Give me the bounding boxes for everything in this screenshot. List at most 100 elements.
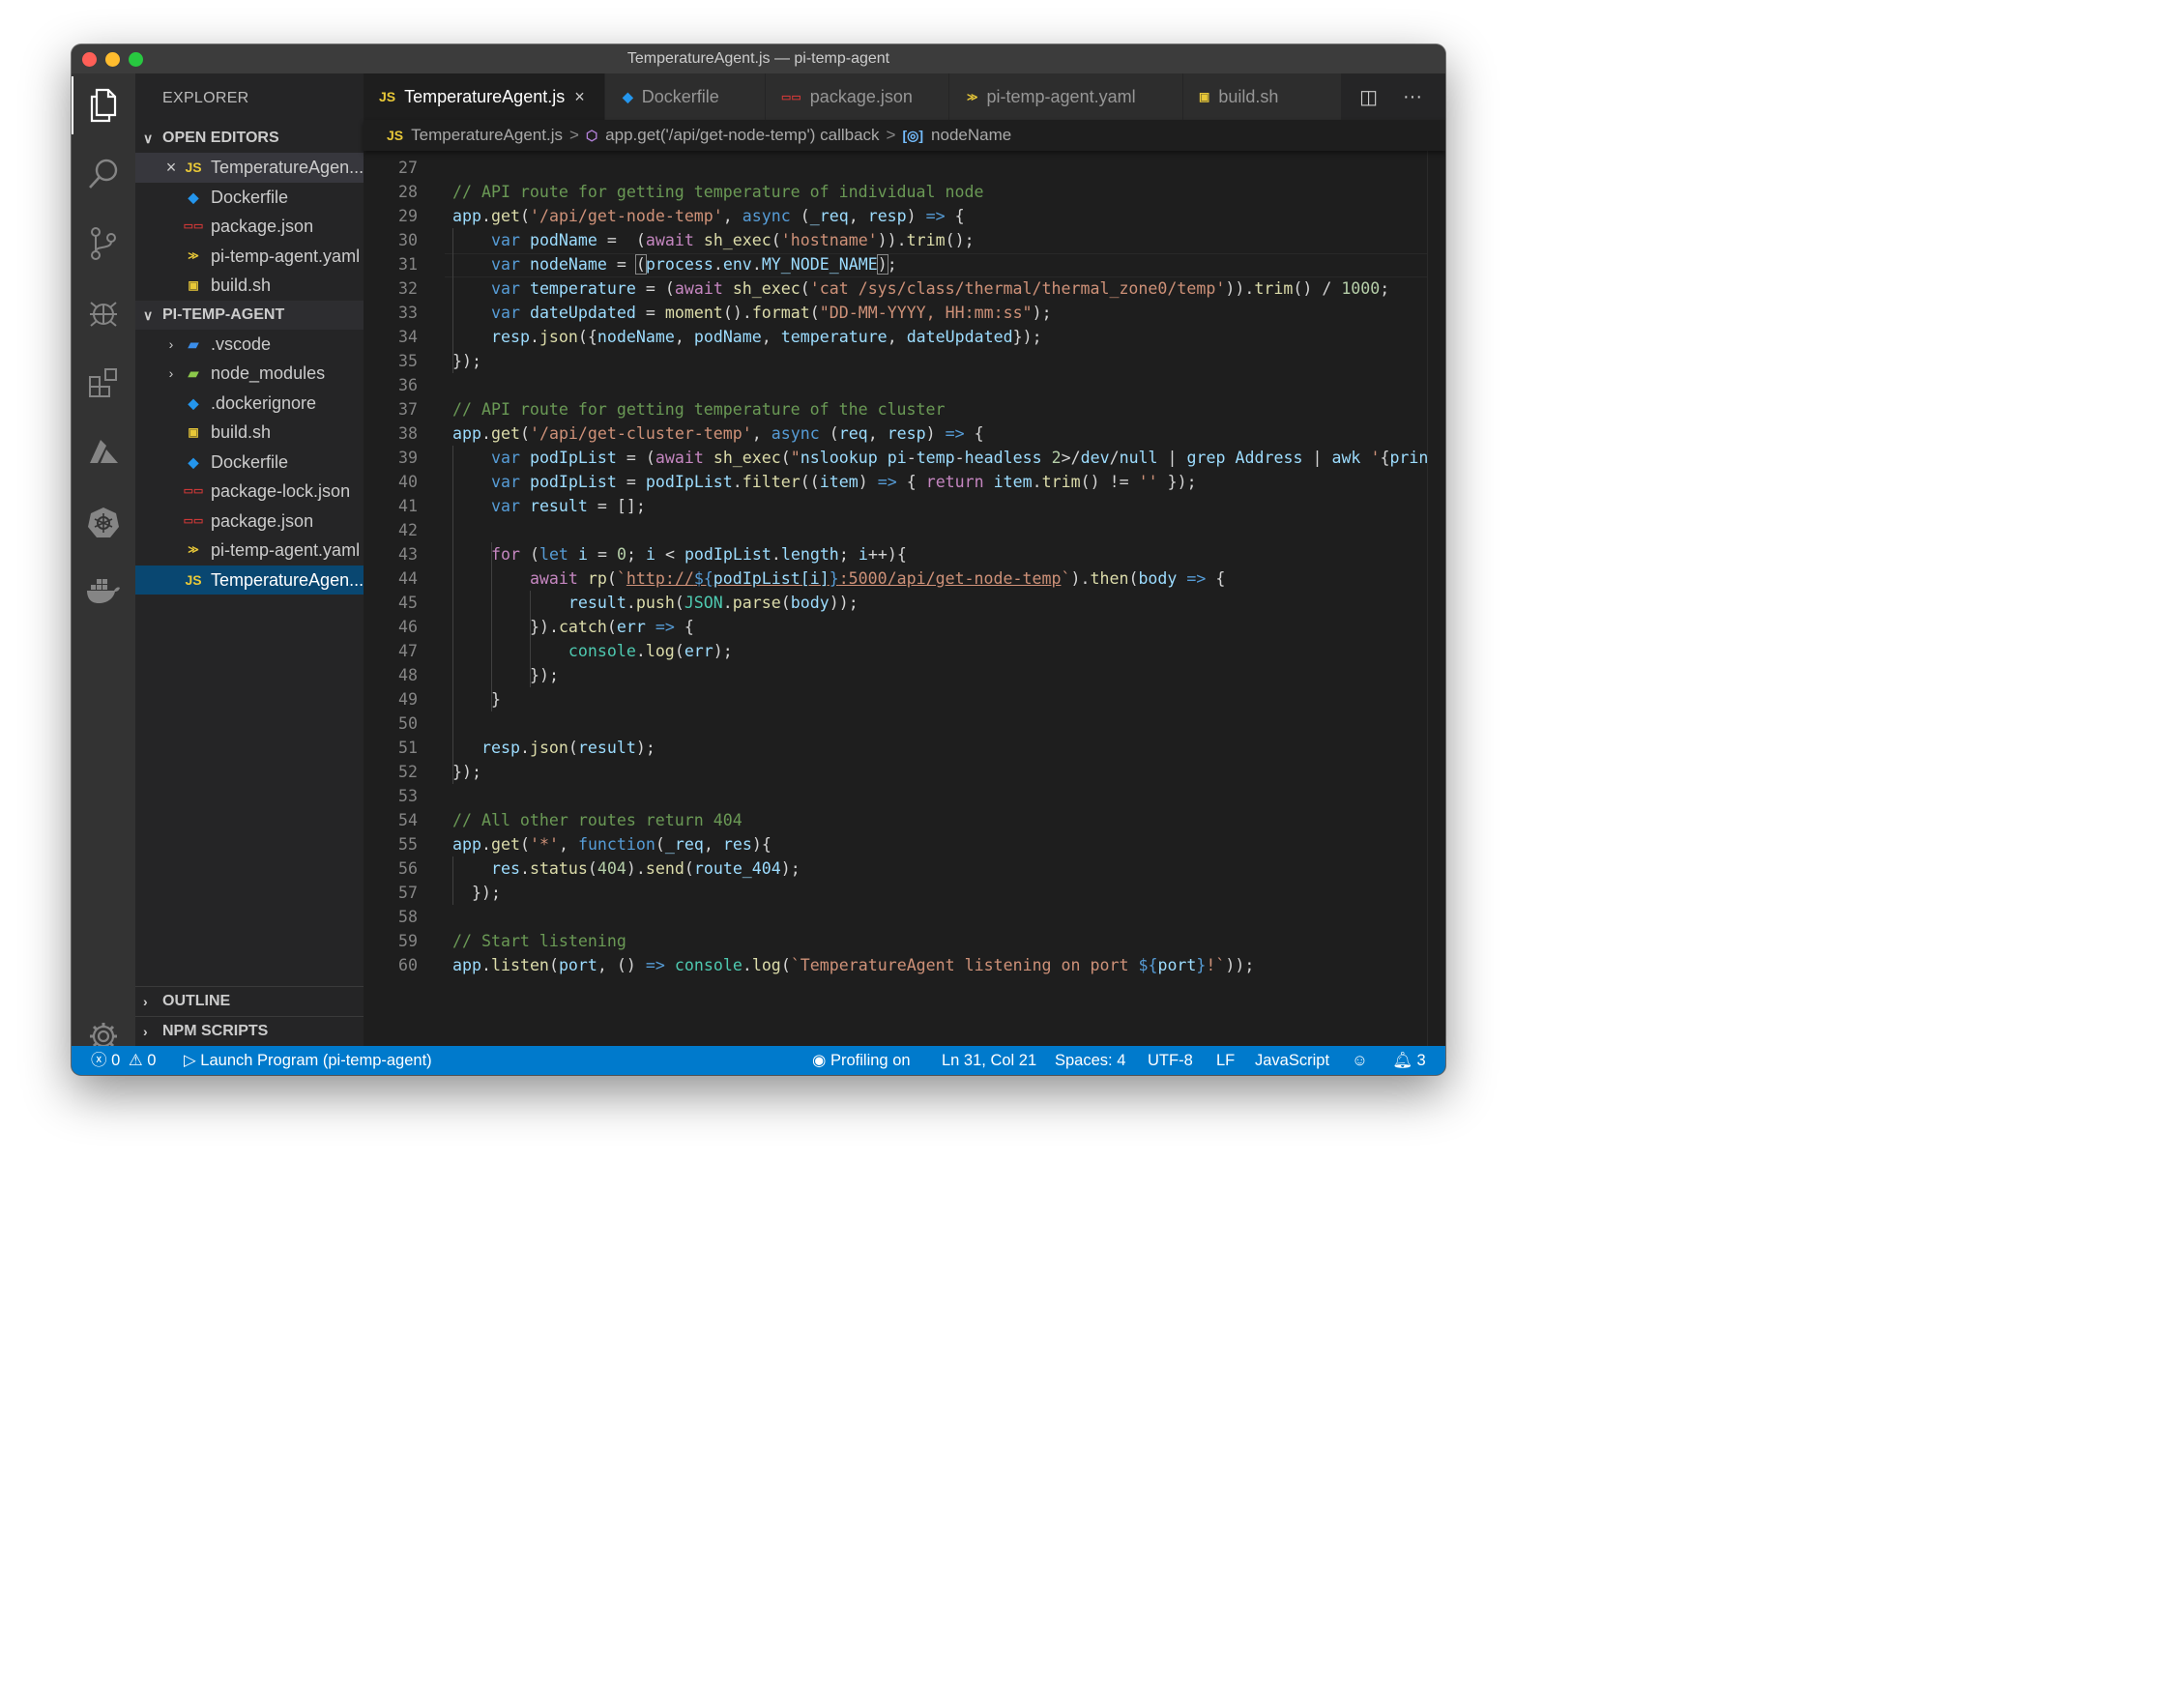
tree-item-node-modules[interactable]: › ▰ node_modules bbox=[135, 359, 364, 389]
npm-file-icon: ▭▭ bbox=[183, 220, 204, 232]
tab-temperature-agent[interactable]: JS TemperatureAgent.js × bbox=[364, 73, 605, 120]
code-line[interactable]: 46 }).catch(err => { bbox=[364, 615, 1428, 639]
tree-item-dockerignore[interactable]: ◆ .dockerignore bbox=[135, 389, 364, 419]
code-line[interactable]: 29 app.get('/api/get-node-temp', async (_… bbox=[364, 204, 1428, 228]
kubernetes-activity[interactable] bbox=[72, 493, 135, 551]
search-activity[interactable] bbox=[72, 145, 135, 203]
encoding[interactable]: UTF-8 bbox=[1148, 1046, 1193, 1075]
docker-activity[interactable] bbox=[72, 563, 135, 621]
problems-indicator[interactable]: ⓧ 0 ⚠ 0 bbox=[91, 1046, 156, 1075]
code-line[interactable]: 55 app.get('*', function(_req, res){ bbox=[364, 832, 1428, 856]
chevron-right-icon: > bbox=[569, 126, 579, 144]
code-text: var result = []; bbox=[490, 497, 646, 515]
outline-header[interactable]: › OUTLINE bbox=[135, 986, 364, 1016]
zoom-window-button[interactable] bbox=[129, 52, 143, 67]
code-line[interactable]: 35}); bbox=[364, 349, 1428, 373]
code-line[interactable]: 43 for (let i = 0; i < podIpList.length;… bbox=[364, 542, 1428, 566]
tree-item-package-json[interactable]: ▭▭ package.json bbox=[135, 507, 364, 537]
outline-label: OUTLINE bbox=[162, 993, 231, 1009]
indent-guide bbox=[452, 446, 453, 784]
code-line[interactable]: 42 bbox=[364, 518, 1428, 542]
tree-item-vscode[interactable]: › ▰ .vscode bbox=[135, 330, 364, 360]
code-line[interactable]: 36 bbox=[364, 373, 1428, 397]
tab-package-json[interactable]: ▭▭ package.json bbox=[766, 73, 949, 120]
tab-dockerfile[interactable]: ◆ Dockerfile bbox=[605, 73, 766, 120]
code-line[interactable]: 37 // API route for getting temperature o… bbox=[364, 397, 1428, 421]
tree-item-yaml[interactable]: ≫ pi-temp-agent.yaml bbox=[135, 536, 364, 566]
code-line[interactable]: 53 bbox=[364, 784, 1428, 808]
profiling-status[interactable]: ◉ Profiling on bbox=[812, 1046, 911, 1075]
language-mode[interactable]: JavaScript bbox=[1255, 1046, 1329, 1075]
open-editors-label: OPEN EDITORS bbox=[162, 130, 279, 146]
split-editor-icon[interactable]: ◫ bbox=[1359, 85, 1378, 109]
code-line[interactable]: 33 var dateUpdated = moment().format("DD… bbox=[364, 301, 1428, 325]
open-editor-item[interactable]: ◆ Dockerfile bbox=[135, 183, 364, 213]
feedback-smiley-icon[interactable]: ☺ bbox=[1352, 1046, 1368, 1075]
tab-build-sh[interactable]: ▣ build.sh bbox=[1183, 73, 1342, 120]
code-line[interactable]: 57 }); bbox=[364, 881, 1428, 905]
code-line[interactable]: 32 var temperature = (await sh_exec('cat… bbox=[364, 276, 1428, 301]
editor-scrollbar[interactable] bbox=[1427, 151, 1445, 1046]
code-line[interactable]: 38 app.get('/api/get-cluster-temp', async… bbox=[364, 421, 1428, 446]
azure-activity[interactable] bbox=[72, 423, 135, 481]
breadcrumb-symbol[interactable]: nodeName bbox=[931, 126, 1011, 145]
code-line[interactable]: 27 bbox=[364, 156, 1428, 180]
tree-item-label: build.sh bbox=[211, 422, 272, 442]
code-line[interactable]: 50 bbox=[364, 711, 1428, 736]
breadcrumb-callback[interactable]: app.get('/api/get-node-temp') callback bbox=[605, 126, 879, 145]
code-editor[interactable]: 27 28 // API route for getting temperature… bbox=[364, 151, 1428, 1046]
code-line[interactable]: 31 var nodeName = (process.env.MY_NODE_N… bbox=[364, 252, 1428, 276]
open-editors-header[interactable]: ∨ OPEN EDITORS bbox=[135, 124, 364, 153]
code-line[interactable]: 44 await rp(`http://${podIpList[i]}:5000… bbox=[364, 566, 1428, 591]
source-control-activity[interactable] bbox=[72, 215, 135, 273]
code-line[interactable]: 52}); bbox=[364, 760, 1428, 784]
code-line[interactable]: 40 var podIpList = podIpList.filter((ite… bbox=[364, 470, 1428, 494]
tree-item-dockerfile[interactable]: ◆ Dockerfile bbox=[135, 448, 364, 478]
code-line[interactable]: 28 // API route for getting temperature o… bbox=[364, 180, 1428, 204]
code-line[interactable]: 60 app.listen(port, () => console.log(`Te… bbox=[364, 953, 1428, 977]
open-editor-item[interactable]: ▭▭ package.json bbox=[135, 212, 364, 242]
code-line[interactable]: 51 resp.json(result); bbox=[364, 736, 1428, 760]
docker-file-icon: ◆ bbox=[188, 189, 199, 205]
tab-label: Dockerfile bbox=[641, 86, 719, 106]
indent-guide bbox=[491, 542, 492, 711]
code-line[interactable]: 49 } bbox=[364, 687, 1428, 711]
minimize-window-button[interactable] bbox=[105, 52, 120, 67]
more-actions-icon[interactable]: ··· bbox=[1403, 86, 1422, 108]
cursor-position[interactable]: Ln 31, Col 21 bbox=[942, 1046, 1036, 1075]
extensions-activity[interactable] bbox=[72, 354, 135, 412]
code-line[interactable]: 54 // All other routes return 404 bbox=[364, 808, 1428, 832]
notifications[interactable]: 🔔︎ 3 bbox=[1392, 1046, 1426, 1075]
launch-program[interactable]: ▷ Launch Program (pi-temp-agent) bbox=[184, 1046, 432, 1075]
open-editor-item[interactable]: × JS TemperatureAgen... bbox=[135, 153, 364, 183]
code-line[interactable]: 45 result.push(JSON.parse(body)); bbox=[364, 591, 1428, 615]
project-header[interactable]: ∨ PI-TEMP-AGENT bbox=[135, 300, 364, 330]
close-icon[interactable]: × bbox=[160, 153, 182, 183]
code-line[interactable]: 48 }); bbox=[364, 663, 1428, 687]
open-editor-item[interactable]: ≫ pi-temp-agent.yaml bbox=[135, 242, 364, 272]
tree-item-temperature-agent[interactable]: JS TemperatureAgen... bbox=[135, 565, 364, 595]
code-line[interactable]: 56 res.status(404).send(route_404); bbox=[364, 856, 1428, 881]
window-controls bbox=[82, 52, 143, 67]
code-line[interactable]: 39 var podIpList = (await sh_exec("nsloo… bbox=[364, 446, 1428, 470]
notification-count: 3 bbox=[1416, 1052, 1426, 1069]
code-line[interactable]: 47 console.log(err); bbox=[364, 639, 1428, 663]
tree-item-build-sh[interactable]: ▣ build.sh bbox=[135, 418, 364, 448]
debug-activity[interactable] bbox=[72, 284, 135, 342]
indentation[interactable]: Spaces: 4 bbox=[1055, 1046, 1125, 1075]
code-line[interactable]: 30 var podName = (await sh_exec('hostnam… bbox=[364, 228, 1428, 252]
code-line[interactable]: 58 bbox=[364, 905, 1428, 929]
close-window-button[interactable] bbox=[82, 52, 97, 67]
code-line[interactable]: 41 var result = []; bbox=[364, 494, 1428, 518]
breadcrumb-file[interactable]: TemperatureAgent.js bbox=[411, 126, 563, 145]
tree-item-package-lock[interactable]: ▭▭ package-lock.json bbox=[135, 477, 364, 507]
open-editor-item[interactable]: ▣ build.sh bbox=[135, 271, 364, 301]
end-of-line[interactable]: LF bbox=[1216, 1046, 1235, 1075]
title-bar: TemperatureAgent.js — pi-temp-agent bbox=[72, 44, 1445, 73]
tab-pi-temp-agent-yaml[interactable]: ≫ pi-temp-agent.yaml bbox=[949, 73, 1183, 120]
npm-scripts-header[interactable]: › NPM SCRIPTS bbox=[135, 1016, 364, 1046]
close-icon[interactable]: × bbox=[574, 87, 585, 107]
code-line[interactable]: 34 resp.json({nodeName, podName, tempera… bbox=[364, 325, 1428, 349]
code-line[interactable]: 59 // Start listening bbox=[364, 929, 1428, 953]
explorer-activity[interactable] bbox=[72, 76, 135, 134]
